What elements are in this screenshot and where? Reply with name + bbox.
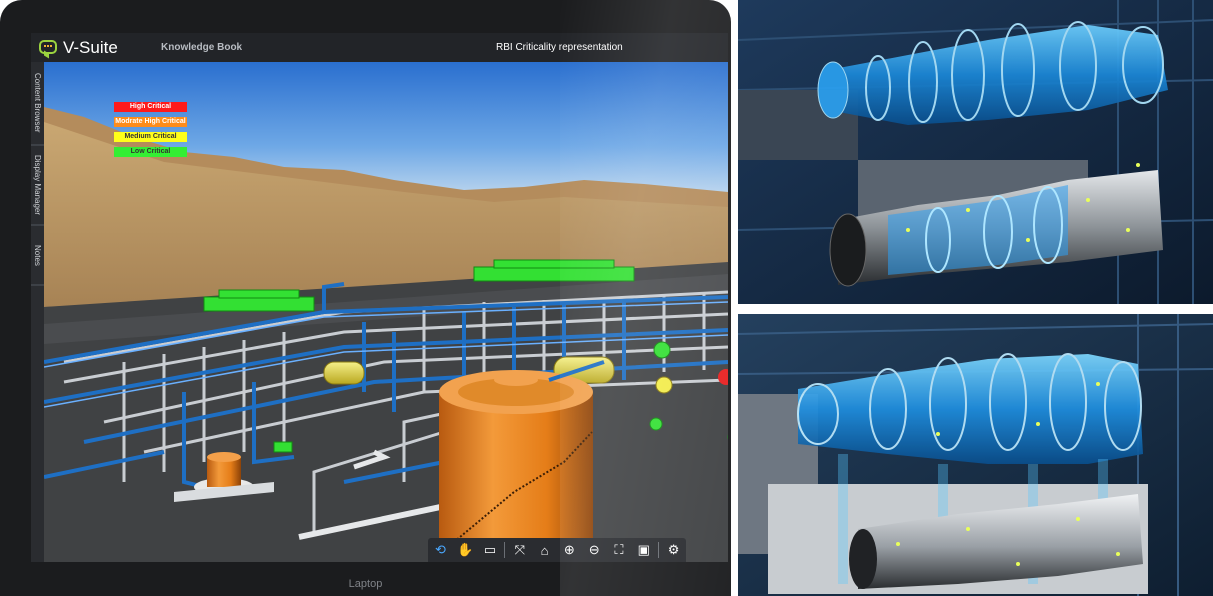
knowledge-book-tab[interactable]: Knowledge Book bbox=[161, 42, 242, 53]
zoom-in-icon[interactable]: ⊕ bbox=[557, 538, 582, 562]
3d-viewport[interactable]: High Critical Modrate High Critical Medi… bbox=[44, 62, 728, 562]
laptop-frame: V-Suite Knowledge Book RBI Criticality r… bbox=[0, 0, 731, 596]
focus-selection-icon[interactable]: ▣ bbox=[631, 538, 656, 562]
tab-content-browser[interactable]: Content Browser bbox=[31, 62, 44, 146]
settings-gear-icon[interactable]: ⚙ bbox=[661, 538, 686, 562]
tab-notes[interactable]: Notes bbox=[31, 226, 44, 286]
vsuite-logo-icon bbox=[39, 40, 57, 54]
tab-display-manager[interactable]: Display Manager bbox=[31, 146, 44, 226]
legend-medium-critical: Medium Critical bbox=[114, 132, 187, 142]
measure-ruler-icon[interactable]: ▭ bbox=[478, 538, 503, 562]
app-screen: V-Suite Knowledge Book RBI Criticality r… bbox=[31, 33, 728, 562]
legend-high-critical: High Critical bbox=[114, 102, 187, 112]
home-icon[interactable]: ⌂ bbox=[532, 538, 557, 562]
viewer-toolbar: ⟲ ✋ ▭ ⤧ ⌂ ⊕ ⊖ ⛶ ▣ ⚙ bbox=[428, 538, 686, 562]
side-tab-strip: Content Browser Display Manager Notes bbox=[31, 62, 44, 562]
criticality-legend: High Critical Modrate High Critical Medi… bbox=[114, 102, 187, 162]
app-title: V-Suite bbox=[63, 38, 118, 57]
toolbar-divider bbox=[658, 542, 660, 558]
zoom-out-icon[interactable]: ⊖ bbox=[582, 538, 607, 562]
page-title: RBI Criticality representation bbox=[496, 42, 623, 53]
orbit-icon[interactable]: ⟲ bbox=[428, 538, 453, 562]
device-label: Laptop bbox=[348, 578, 383, 590]
toolbar-divider bbox=[504, 542, 506, 558]
legend-moderate-high-critical: Modrate High Critical bbox=[114, 117, 187, 127]
turbine-render-bottom bbox=[738, 314, 1213, 596]
title-bar: V-Suite Knowledge Book RBI Criticality r… bbox=[31, 33, 728, 62]
fullscreen-icon[interactable]: ⛶ bbox=[607, 538, 632, 562]
legend-low-critical: Low Critical bbox=[114, 147, 187, 157]
turbine-render-top bbox=[738, 0, 1213, 304]
fit-view-icon[interactable]: ⤧ bbox=[507, 538, 532, 562]
pan-hand-icon[interactable]: ✋ bbox=[453, 538, 478, 562]
